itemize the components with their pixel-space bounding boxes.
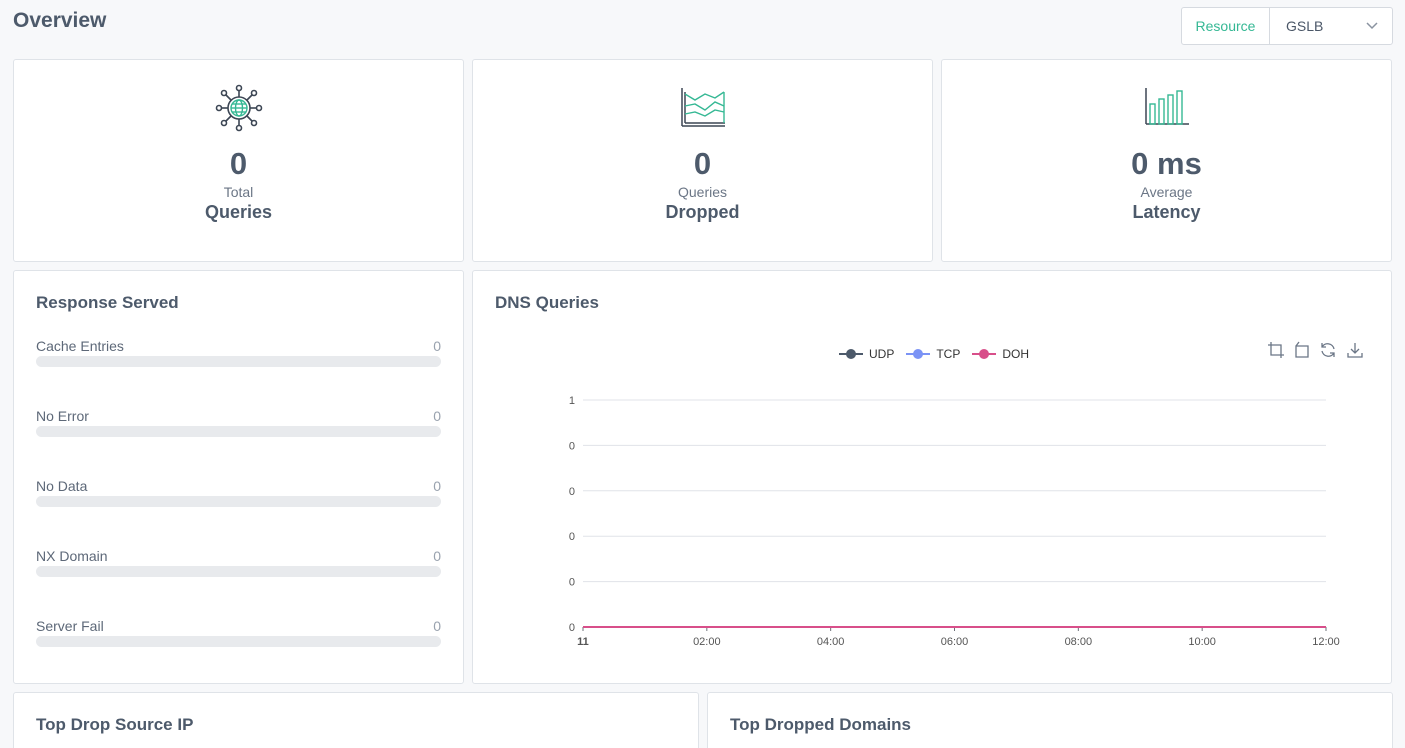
progress-bar bbox=[36, 566, 441, 577]
total-queries-card: 0 Total Queries bbox=[13, 59, 464, 262]
list-item: No Data 0 bbox=[36, 478, 441, 518]
stat-label: Dropped bbox=[665, 202, 740, 222]
response-value: 0 bbox=[433, 408, 441, 424]
stat-subtitle: Total bbox=[223, 184, 254, 200]
response-value: 0 bbox=[433, 548, 441, 564]
x-tick-label: 08:00 bbox=[1065, 636, 1093, 648]
resource-value: GSLB bbox=[1286, 18, 1324, 34]
stat-subtitle: Queries bbox=[677, 184, 728, 200]
response-label: Cache Entries bbox=[36, 338, 124, 354]
list-item: Server Fail 0 bbox=[36, 618, 441, 658]
response-served-card: Response Served Cache Entries 0 No Error… bbox=[13, 270, 464, 684]
dns-queries-card: DNS Queries UDP TCP DOH 0 0 0 0 0 1 11 02:00 04:… bbox=[472, 270, 1392, 684]
average-latency-card: 0 ms Average Latency bbox=[941, 59, 1392, 262]
response-label: Server Fail bbox=[36, 618, 104, 634]
top-dropped-domains-card: Top Dropped Domains bbox=[707, 692, 1393, 748]
resource-dropdown[interactable]: GSLB bbox=[1270, 8, 1392, 44]
y-tick-label: 0 bbox=[569, 531, 575, 543]
chevron-down-icon bbox=[1366, 22, 1378, 30]
y-tick-label: 0 bbox=[569, 440, 575, 452]
x-tick-label: 11 bbox=[577, 636, 589, 648]
y-tick-label: 0 bbox=[569, 577, 575, 589]
y-tick-label: 0 bbox=[569, 486, 575, 498]
response-label: No Data bbox=[36, 478, 88, 494]
x-tick-label: 04:00 bbox=[817, 636, 845, 648]
stat-subtitle: Average bbox=[1140, 184, 1193, 200]
bar-chart-icon bbox=[1144, 88, 1189, 125]
list-item: NX Domain 0 bbox=[36, 548, 441, 588]
response-label: NX Domain bbox=[36, 548, 108, 564]
x-tick-label: 12:00 bbox=[1312, 636, 1340, 648]
dropped-queries-card: 0 Queries Dropped bbox=[472, 59, 933, 262]
stat-label: Queries bbox=[204, 202, 273, 222]
dns-queries-chart: 00000111 02:00 04:00 06:00 08:00 10:00 12:00 bbox=[569, 395, 1340, 648]
network-globe-icon bbox=[215, 84, 262, 132]
progress-bar bbox=[36, 496, 441, 507]
response-value: 0 bbox=[433, 618, 441, 634]
card-title: Top Dropped Domains bbox=[730, 715, 912, 734]
progress-bar bbox=[36, 426, 441, 437]
resource-select[interactable]: Resource GSLB bbox=[1181, 7, 1393, 45]
stat-value: 0 bbox=[229, 146, 248, 181]
stat-label: Latency bbox=[1132, 202, 1201, 222]
progress-bar bbox=[36, 636, 441, 647]
x-tick-label: 10:00 bbox=[1188, 636, 1216, 648]
area-chart-icon bbox=[680, 88, 725, 127]
x-tick-label: 02:00 bbox=[693, 636, 721, 648]
list-item: Cache Entries 0 bbox=[36, 338, 441, 378]
resource-label: Resource bbox=[1182, 8, 1270, 44]
card-title: Top Drop Source IP bbox=[36, 715, 194, 734]
response-value: 0 bbox=[433, 338, 441, 354]
y-tick-label: 0 bbox=[569, 622, 575, 634]
response-value: 0 bbox=[433, 478, 441, 494]
top-drop-source-ip-card: Top Drop Source IP bbox=[13, 692, 699, 748]
card-title: Response Served bbox=[36, 293, 179, 312]
progress-bar bbox=[36, 356, 441, 367]
list-item: No Error 0 bbox=[36, 408, 441, 448]
stat-value: 0 bbox=[693, 146, 712, 181]
x-tick-label: 06:00 bbox=[941, 636, 969, 648]
y-tick-label: 1 bbox=[569, 395, 575, 407]
stat-value: 0 ms bbox=[1131, 146, 1202, 181]
page-title: Overview bbox=[13, 9, 107, 32]
response-label: No Error bbox=[36, 408, 89, 424]
